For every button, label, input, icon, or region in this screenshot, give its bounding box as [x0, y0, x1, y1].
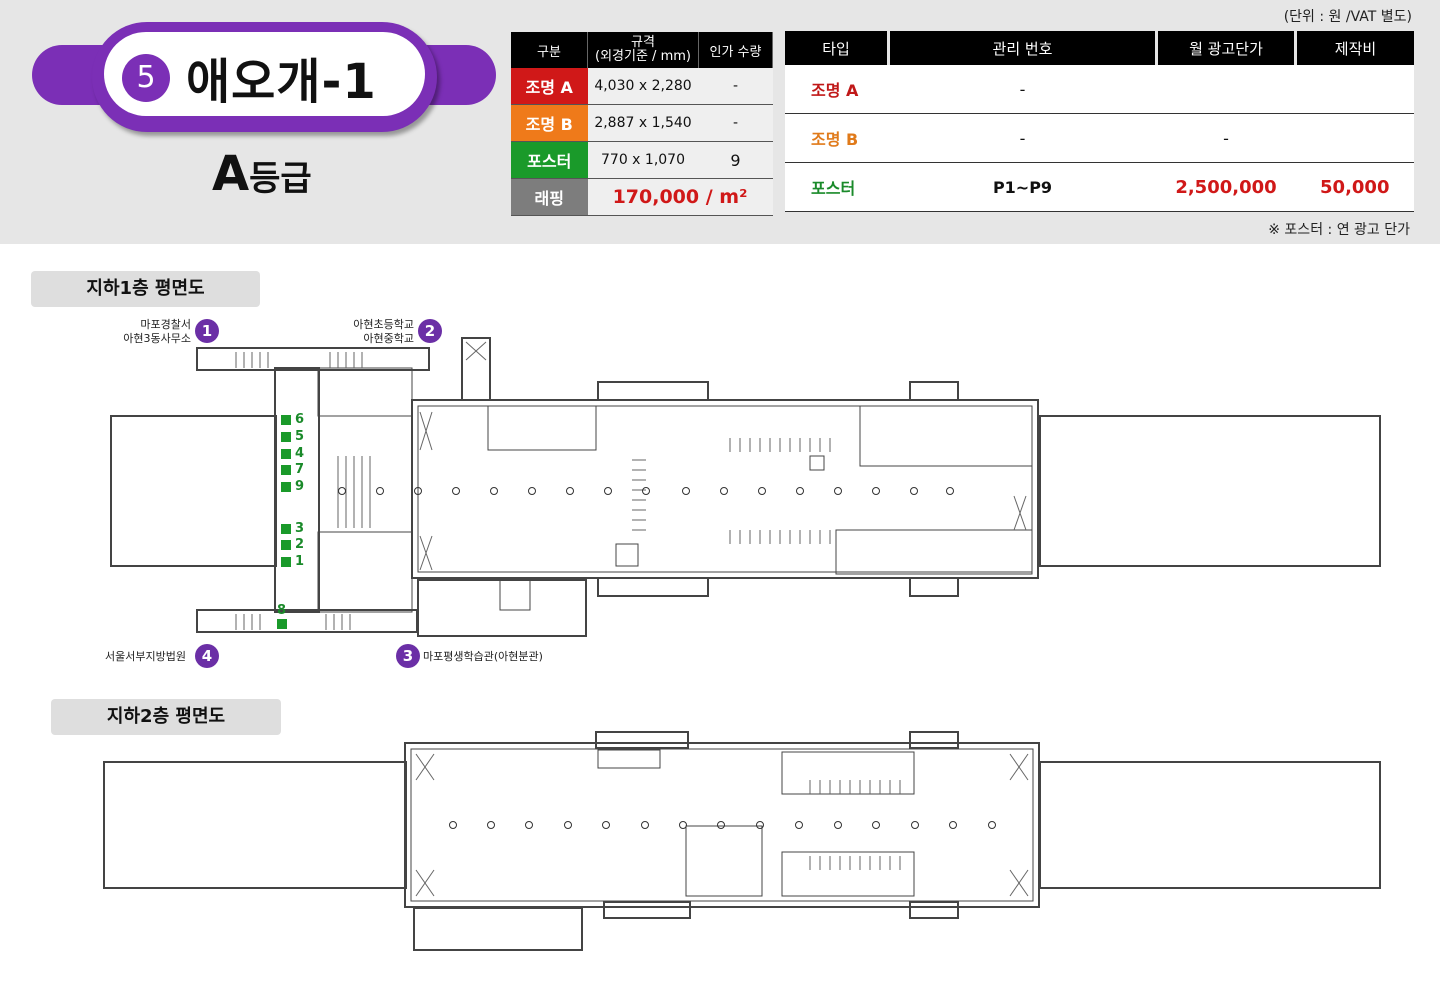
floor-b2-label: 지하2층 평면도 [51, 699, 281, 735]
poster-number: 8 [277, 603, 287, 618]
poster-marker [281, 465, 291, 475]
poster-marker [281, 432, 291, 442]
exit-4-label: 서울서부지방법원 [105, 650, 186, 663]
b2-stairs [415, 753, 1029, 897]
b1-track-left [110, 415, 277, 567]
poster-marker [277, 619, 287, 629]
b1-passage-bottom [196, 609, 418, 633]
exit-2-line1: 아현초등학교 [353, 318, 414, 331]
poster-number: 7 [295, 462, 305, 477]
poster-number: 3 [295, 521, 305, 536]
poster-number: 4 [295, 446, 305, 461]
exit-3-label: 마포평생학습관(아현분관) [423, 650, 543, 663]
poster-marker [281, 557, 291, 567]
poster-marker [281, 540, 291, 550]
poster-number: 1 [295, 554, 305, 569]
poster-marker [281, 524, 291, 534]
poster-number: 9 [295, 479, 305, 494]
b2-track-left [103, 761, 407, 889]
floor-plans [103, 337, 1381, 951]
b1-columns [338, 487, 954, 495]
b1-passage-top [196, 347, 430, 371]
poster-marker [281, 415, 291, 425]
exit-2-line2: 아현중학교 [363, 332, 414, 345]
exit-2-label: 아현초등학교 아현중학교 [340, 318, 414, 346]
poster-number: 6 [295, 412, 305, 427]
exit-3-badge: 3 [396, 644, 420, 668]
exit-2-badge: 2 [418, 319, 442, 343]
b2-track-right [1039, 761, 1381, 889]
poster-number: 2 [295, 537, 305, 552]
poster-number: 5 [295, 429, 305, 444]
exit-1-label: 마포경찰서 아현3동사무소 [119, 318, 191, 346]
exit-4-badge: 4 [195, 644, 219, 668]
exit-1-badge: 1 [195, 319, 219, 343]
b1-stairs [235, 341, 1027, 630]
floor-b2-plan [103, 731, 1381, 951]
exit-1-line2: 아현3동사무소 [123, 332, 191, 345]
b2-platform [404, 742, 1040, 908]
b1-track-right [1039, 415, 1381, 567]
poster-marker [281, 449, 291, 459]
b2-columns [449, 821, 996, 829]
poster-marker [281, 482, 291, 492]
b1-concourse [411, 399, 1039, 579]
exit-1-line1: 마포경찰서 [140, 318, 191, 331]
